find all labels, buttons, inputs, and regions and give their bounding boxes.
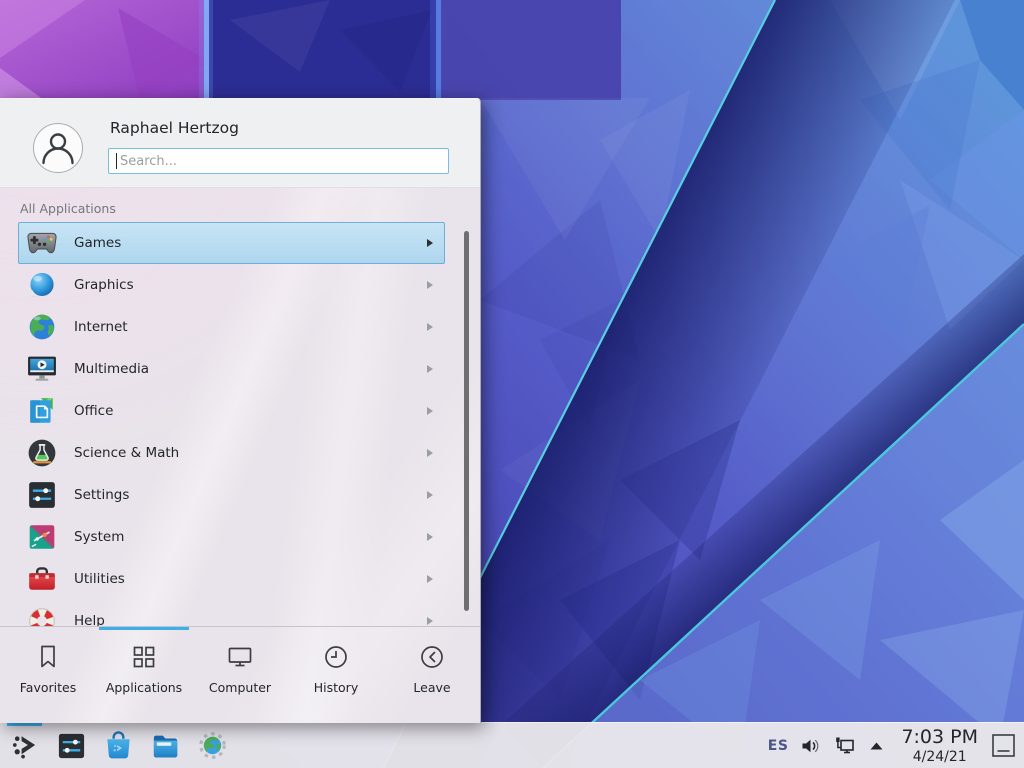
text-caret (116, 153, 117, 169)
submenu-arrow-icon (427, 533, 433, 541)
menu-item-utilities[interactable]: Utilities (18, 558, 445, 600)
tab-favorites[interactable]: Favorites (0, 627, 96, 723)
submenu-arrow-icon (427, 365, 433, 373)
application-launcher-menu: Raphael Hertzog All Applications Games (0, 98, 481, 723)
system-sliders-icon (27, 522, 57, 552)
menu-item-science-math[interactable]: Science & Math (18, 432, 445, 474)
tab-applications[interactable]: Applications (96, 627, 192, 723)
globe-gear-icon (197, 730, 228, 761)
menu-item-label: Help (74, 613, 427, 626)
category-list: Games Graphics Internet (18, 222, 445, 626)
network-icon[interactable] (834, 736, 856, 756)
blue-folder-icon (150, 730, 181, 761)
section-label: All Applications (20, 201, 116, 216)
menu-item-settings[interactable]: Settings (18, 474, 445, 516)
user-name: Raphael Hertzog (110, 119, 239, 137)
discover-button[interactable] (102, 723, 135, 768)
menu-item-label: Games (74, 235, 427, 251)
system-settings-icon (56, 730, 87, 761)
tab-leave[interactable]: Leave (384, 627, 480, 723)
tab-label: Favorites (20, 680, 76, 695)
submenu-arrow-icon (427, 575, 433, 583)
menu-item-label: System (74, 529, 427, 545)
expand-tray-icon[interactable] (869, 741, 884, 751)
submenu-arrow-icon (427, 449, 433, 457)
system-tray: ES 7:03 PM 4/24/21 (768, 728, 1016, 764)
tab-label: History (314, 680, 358, 695)
kde-kickoff-icon (9, 730, 40, 761)
paint-sphere-icon (27, 270, 57, 300)
tab-history[interactable]: History (288, 627, 384, 723)
tab-label: Computer (209, 680, 271, 695)
volume-icon[interactable] (801, 737, 821, 755)
system-settings-button[interactable] (55, 723, 88, 768)
menu-item-label: Science & Math (74, 445, 427, 461)
taskbar-panel: ES 7:03 PM 4/24/21 (0, 722, 1024, 768)
tab-computer[interactable]: Computer (192, 627, 288, 723)
launcher-tab-bar: Favorites Applications Computer (0, 626, 480, 723)
search-input[interactable] (108, 148, 449, 174)
menu-item-graphics[interactable]: Graphics (18, 264, 445, 306)
lifebuoy-icon (27, 606, 57, 626)
submenu-arrow-icon (427, 617, 433, 625)
submenu-arrow-icon (427, 239, 433, 247)
tab-label: Leave (413, 680, 450, 695)
web-browser-button[interactable] (196, 723, 229, 768)
user-icon (34, 124, 82, 172)
menu-item-label: Internet (74, 319, 427, 335)
application-launcher-button[interactable] (8, 723, 41, 768)
globe-icon (27, 312, 57, 342)
file-manager-button[interactable] (149, 723, 182, 768)
submenu-arrow-icon (427, 407, 433, 415)
menu-item-label: Office (74, 403, 427, 419)
menu-item-system[interactable]: System (18, 516, 445, 558)
tab-label: Applications (106, 680, 182, 695)
menu-item-multimedia[interactable]: Multimedia (18, 348, 445, 390)
menu-item-help[interactable]: Help (18, 600, 445, 626)
menu-item-office[interactable]: Office (18, 390, 445, 432)
taskbar-launchers (8, 723, 229, 768)
sliders-icon (27, 480, 57, 510)
leave-circle-icon (417, 642, 447, 672)
submenu-arrow-icon (427, 281, 433, 289)
menu-item-label: Multimedia (74, 361, 427, 377)
clock-date: 4/24/21 (901, 750, 978, 764)
menu-scrollbar[interactable] (464, 231, 469, 611)
monitor-icon (225, 642, 255, 672)
submenu-arrow-icon (427, 491, 433, 499)
launcher-header: Raphael Hertzog (0, 99, 480, 188)
discover-bag-icon (103, 730, 134, 761)
show-desktop-icon[interactable] (991, 733, 1016, 758)
clock-time: 7:03 PM (901, 728, 978, 747)
flask-icon (27, 438, 57, 468)
menu-item-internet[interactable]: Internet (18, 306, 445, 348)
clock-icon (321, 642, 351, 672)
toolbox-icon (27, 564, 57, 594)
digital-clock[interactable]: 7:03 PM 4/24/21 (901, 728, 978, 764)
documents-icon (27, 396, 57, 426)
apps-grid-icon (129, 642, 159, 672)
menu-item-label: Settings (74, 487, 427, 503)
submenu-arrow-icon (427, 323, 433, 331)
user-avatar[interactable] (33, 123, 83, 173)
keyboard-layout-indicator[interactable]: ES (768, 738, 789, 754)
menu-item-label: Graphics (74, 277, 427, 293)
media-screen-icon (27, 354, 57, 384)
gamepad-icon (27, 228, 57, 258)
menu-item-games[interactable]: Games (18, 222, 445, 264)
menu-item-label: Utilities (74, 571, 427, 587)
bookmark-icon (33, 642, 63, 672)
